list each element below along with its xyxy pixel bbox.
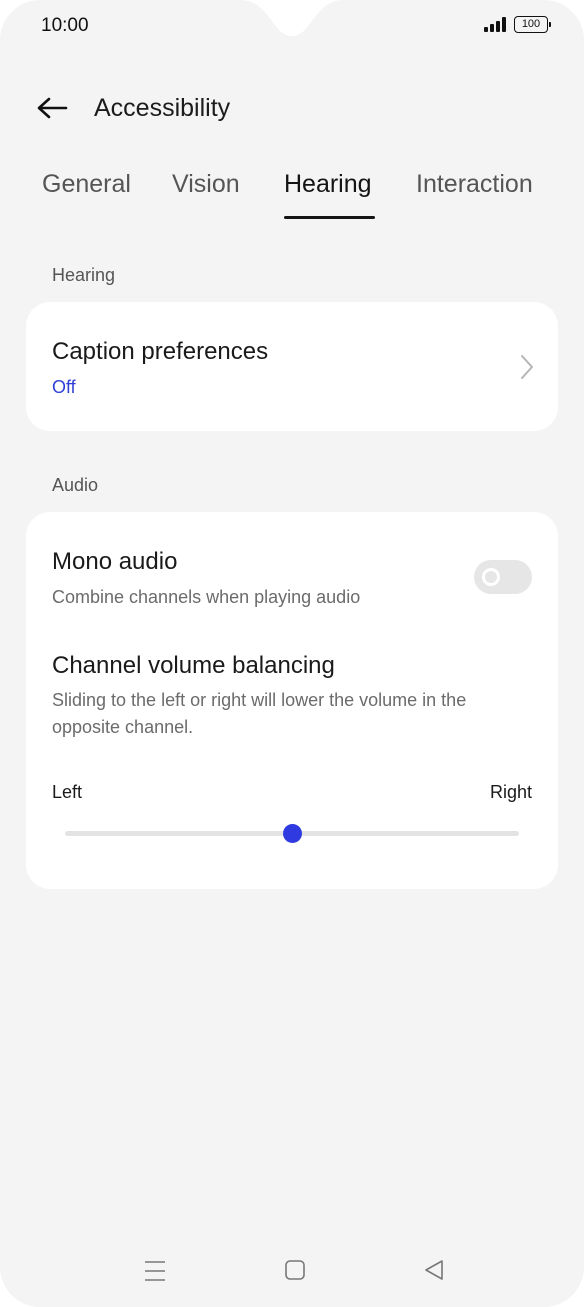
arrow-left-icon (37, 97, 68, 119)
mono-audio-title: Mono audio (52, 548, 178, 575)
mono-audio-subtitle: Combine channels when playing audio (52, 587, 361, 607)
battery-icon: 100 (514, 16, 551, 33)
system-nav-bar (0, 1250, 584, 1294)
channel-balance-description: Sliding to the left or right will lower … (52, 690, 467, 737)
category-tabs: General Vision Hearing Interaction (42, 170, 584, 224)
phone-screen: 10:00 100 Accessibility General Vision H… (0, 0, 584, 1307)
channel-balance-title: Channel volume balancing (52, 652, 335, 679)
toggle-knob (482, 568, 500, 586)
signal-icon (484, 17, 506, 32)
tab-hearing[interactable]: Hearing (284, 170, 372, 199)
tab-interaction[interactable]: Interaction (416, 170, 533, 199)
back-icon[interactable] (423, 1258, 445, 1282)
slider-left-label: Left (52, 782, 83, 802)
app-header: Accessibility (36, 88, 230, 128)
status-icons: 100 (484, 16, 551, 33)
caption-preferences-value: Off (52, 377, 76, 397)
caption-preferences-title: Caption preferences (52, 338, 269, 365)
tab-general[interactable]: General (42, 170, 131, 199)
section-label-audio: Audio (52, 475, 99, 495)
section-label-hearing: Hearing (52, 265, 116, 285)
active-tab-indicator (284, 216, 375, 219)
back-button[interactable] (36, 88, 70, 128)
status-time: 10:00 (41, 15, 89, 36)
tab-vision[interactable]: Vision (172, 170, 240, 199)
slider-right-label: Right (489, 782, 532, 802)
camera-notch (240, 0, 344, 36)
caption-preferences-item[interactable]: Caption preferences Off (26, 302, 558, 431)
audio-card: Mono audio Combine channels when playing… (26, 512, 558, 889)
mono-audio-toggle[interactable] (474, 560, 532, 594)
home-icon[interactable] (284, 1258, 306, 1282)
menu-icon[interactable] (144, 1258, 166, 1284)
channel-balance-slider[interactable] (65, 824, 519, 843)
chevron-right-icon (521, 355, 533, 379)
slider-thumb[interactable] (282, 824, 302, 843)
page-title: Accessibility (94, 93, 231, 122)
